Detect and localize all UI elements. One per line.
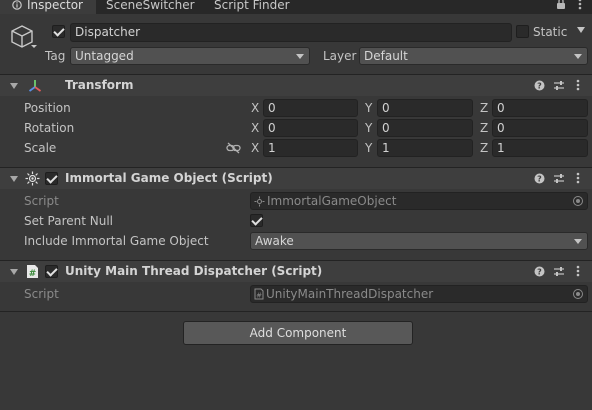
immortal-script-value: ImmortalGameObject [267,194,397,208]
chevron-down-icon [574,239,582,244]
tab-scene-switcher-label: SceneSwitcher [106,0,195,12]
foldout-arrow-icon[interactable] [10,176,18,182]
rotation-z-label[interactable]: Z [480,120,488,136]
svg-text:?: ? [537,175,542,184]
svg-text:#: # [256,292,262,300]
presets-icon[interactable] [553,80,565,91]
more-options-icon[interactable] [576,265,580,277]
layer-label: Layer [323,49,357,63]
rotation-x-field[interactable]: 0 [263,119,358,137]
lock-icon[interactable] [556,0,566,10]
svg-text:?: ? [537,268,542,277]
tag-label: Tag [45,49,66,63]
rotation-y-label[interactable]: Y [365,120,372,136]
tab-script-finder[interactable]: Script Finder [214,0,290,14]
info-icon [12,0,22,10]
layer-dropdown[interactable]: Default [359,47,588,65]
include-immortal-label: Include Immortal Game Object [24,234,209,248]
immortal-enabled-checkbox[interactable] [45,172,58,185]
dispatcher-component-header[interactable]: # Unity Main Thread Dispatcher (Script) … [0,260,592,282]
tab-inspector[interactable]: Inspector [0,0,96,14]
more-options-icon[interactable] [578,0,582,10]
scale-x-field[interactable]: 1 [263,139,358,157]
dispatcher-enabled-checkbox[interactable] [45,265,58,278]
scale-z-field[interactable]: 1 [492,139,588,157]
position-z-field[interactable]: 0 [492,99,588,117]
position-z-label[interactable]: Z [480,100,488,116]
tab-script-finder-label: Script Finder [214,0,290,12]
scale-label: Scale [24,141,57,155]
gameobject-cube-icon[interactable] [10,24,38,52]
add-component-button[interactable]: Add Component [183,321,413,345]
transform-icon [28,79,42,93]
more-options-icon[interactable] [576,79,580,91]
layer-value: Default [364,49,408,63]
more-options-icon[interactable] [576,172,580,184]
tag-value: Untagged [75,49,134,63]
scale-x-label[interactable]: X [251,140,259,156]
rotation-label: Rotation [24,121,75,135]
dispatcher-component-title: Unity Main Thread Dispatcher (Script) [65,264,323,278]
immortal-component-header[interactable]: Immortal Game Object (Script) ? [0,167,592,189]
gameobject-active-checkbox[interactable] [52,25,65,38]
csharp-script-icon: # [254,288,264,300]
dispatcher-script-field: # UnityMainThreadDispatcher [250,285,588,303]
position-x-label[interactable]: X [251,100,259,116]
help-icon[interactable]: ? [534,266,545,277]
static-checkbox[interactable] [516,25,529,38]
svg-text:#: # [29,269,37,279]
scale-z-label[interactable]: Z [480,140,488,156]
rotation-y-field[interactable]: 0 [377,119,473,137]
position-label: Position [24,101,71,115]
help-icon[interactable]: ? [534,173,545,184]
position-x-field[interactable]: 0 [263,99,358,117]
rotation-x-label[interactable]: X [251,120,259,136]
set-parent-null-checkbox[interactable] [250,214,263,227]
scale-y-label[interactable]: Y [365,140,372,156]
immortal-script-field: ImmortalGameObject [250,192,588,210]
include-immortal-value: Awake [255,234,294,248]
presets-icon[interactable] [553,266,565,277]
svg-text:?: ? [537,82,542,91]
foldout-arrow-icon[interactable] [10,83,18,89]
tab-bar: Inspector SceneSwitcher Script Finder [0,0,592,14]
position-y-label[interactable]: Y [365,100,372,116]
chevron-down-icon [296,54,304,59]
scale-y-field[interactable]: 1 [377,139,473,157]
dispatcher-script-label: Script [24,287,59,301]
dispatcher-script-value: UnityMainThreadDispatcher [266,287,434,301]
rotation-z-field[interactable]: 0 [492,119,588,137]
set-parent-null-label: Set Parent Null [24,214,113,228]
tag-dropdown[interactable]: Untagged [70,47,310,65]
tab-scene-switcher[interactable]: SceneSwitcher [106,0,195,14]
object-picker-icon[interactable] [573,196,583,206]
immortal-script-label: Script [24,194,59,208]
immortal-component-title: Immortal Game Object (Script) [65,171,273,185]
chevron-down-icon [574,54,582,59]
include-immortal-dropdown[interactable]: Awake [250,232,588,250]
script-file-icon [254,196,265,207]
gameobject-name-input[interactable]: Dispatcher [70,23,512,42]
transform-header[interactable]: Transform ? [0,74,592,96]
foldout-arrow-icon[interactable] [10,269,18,275]
immortal-script-icon [25,171,40,186]
components-divider [0,311,592,312]
presets-icon[interactable] [553,173,565,184]
static-dropdown-caret[interactable] [577,27,585,33]
csharp-script-icon: # [26,264,39,279]
transform-title: Transform [65,78,134,92]
tab-inspector-label: Inspector [27,0,83,12]
static-label: Static [533,25,568,39]
constrain-proportions-link-icon[interactable] [226,142,241,154]
object-picker-icon[interactable] [573,289,583,299]
help-icon[interactable]: ? [534,80,545,91]
position-y-field[interactable]: 0 [377,99,473,117]
